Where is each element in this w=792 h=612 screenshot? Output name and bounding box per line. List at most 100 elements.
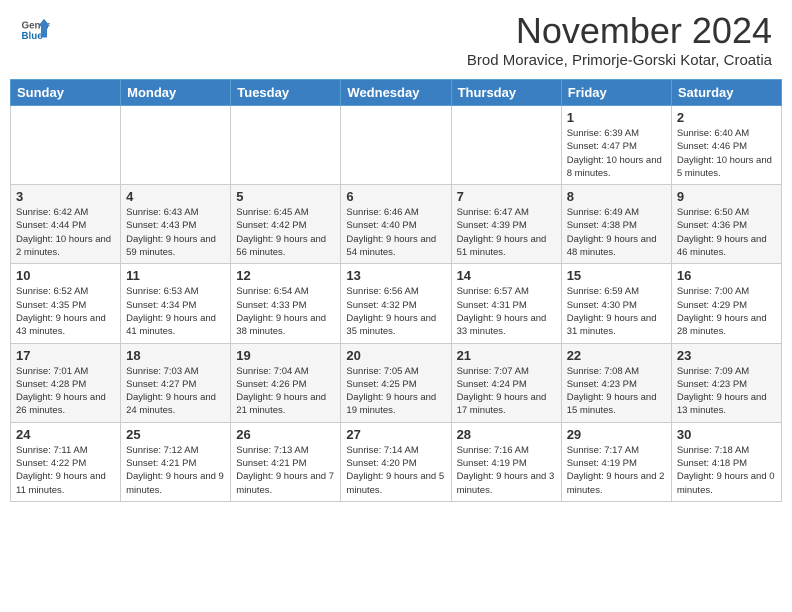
calendar-cell: 22 Sunrise: 7:08 AMSunset: 4:23 PMDayligh…	[561, 343, 671, 422]
calendar-cell	[121, 106, 231, 185]
calendar-cell	[11, 106, 121, 185]
calendar-cell: 13 Sunrise: 6:56 AMSunset: 4:32 PMDayligh…	[341, 264, 451, 343]
day-info: Sunrise: 7:12 AMSunset: 4:21 PMDaylight:…	[126, 444, 225, 497]
day-number: 12	[236, 268, 335, 283]
calendar-week-1: 1Sunrise: 6:39 AMSunset: 4:47 PMDaylight…	[11, 106, 782, 185]
calendar-cell: 16Sunrise: 7:00 AMSunset: 4:29 PMDayligh…	[671, 264, 781, 343]
calendar-cell: 14 Sunrise: 6:57 AMSunset: 4:31 PMDayligh…	[451, 264, 561, 343]
calendar-cell: 2 Sunrise: 6:40 AMSunset: 4:46 PMDaylight…	[671, 106, 781, 185]
day-number: 19	[236, 348, 335, 363]
day-number: 3	[16, 189, 115, 204]
calendar-week-2: 3 Sunrise: 6:42 AMSunset: 4:44 PMDaylight…	[11, 185, 782, 264]
calendar-cell: 3 Sunrise: 6:42 AMSunset: 4:44 PMDaylight…	[11, 185, 121, 264]
day-info: Sunrise: 7:09 AMSunset: 4:23 PMDaylight:…	[677, 365, 776, 418]
calendar-week-4: 17 Sunrise: 7:01 AMSunset: 4:28 PMDayligh…	[11, 343, 782, 422]
day-number: 17	[16, 348, 115, 363]
calendar-header-row: Sunday Monday Tuesday Wednesday Thursday…	[11, 80, 782, 106]
title-section: November 2024 Brod Moravice, Primorje-Go…	[467, 10, 772, 69]
col-wednesday: Wednesday	[341, 80, 451, 106]
day-number: 1	[567, 110, 666, 125]
day-number: 5	[236, 189, 335, 204]
day-number: 26	[236, 427, 335, 442]
col-saturday: Saturday	[671, 80, 781, 106]
calendar-cell: 12 Sunrise: 6:54 AMSunset: 4:33 PMDayligh…	[231, 264, 341, 343]
calendar-cell: 11 Sunrise: 6:53 AMSunset: 4:34 PMDayligh…	[121, 264, 231, 343]
calendar-cell: 9Sunrise: 6:50 AMSunset: 4:36 PMDaylight…	[671, 185, 781, 264]
col-monday: Monday	[121, 80, 231, 106]
day-info: Sunrise: 7:07 AMSunset: 4:24 PMDaylight:…	[457, 365, 556, 418]
day-info: Sunrise: 6:56 AMSunset: 4:32 PMDaylight:…	[346, 285, 445, 338]
day-number: 18	[126, 348, 225, 363]
day-number: 20	[346, 348, 445, 363]
day-number: 27	[346, 427, 445, 442]
day-number: 8	[567, 189, 666, 204]
logo-icon: General Blue	[20, 15, 50, 45]
day-info: Sunrise: 6:57 AMSunset: 4:31 PMDaylight:…	[457, 285, 556, 338]
calendar-cell: 4 Sunrise: 6:43 AMSunset: 4:43 PMDaylight…	[121, 185, 231, 264]
calendar-cell: 30Sunrise: 7:18 AMSunset: 4:18 PMDayligh…	[671, 422, 781, 501]
header: General Blue November 2024 Brod Moravice…	[0, 0, 792, 74]
calendar-week-3: 10 Sunrise: 6:52 AMSunset: 4:35 PMDayligh…	[11, 264, 782, 343]
day-number: 7	[457, 189, 556, 204]
day-info: Sunrise: 6:42 AMSunset: 4:44 PMDaylight:…	[16, 206, 115, 259]
calendar-cell: 20 Sunrise: 7:05 AMSunset: 4:25 PMDayligh…	[341, 343, 451, 422]
day-info: Sunrise: 7:18 AMSunset: 4:18 PMDaylight:…	[677, 444, 776, 497]
day-info: Sunrise: 6:45 AMSunset: 4:42 PMDaylight:…	[236, 206, 335, 259]
day-info: Sunrise: 6:46 AMSunset: 4:40 PMDaylight:…	[346, 206, 445, 259]
day-number: 10	[16, 268, 115, 283]
calendar-cell: 25 Sunrise: 7:12 AMSunset: 4:21 PMDayligh…	[121, 422, 231, 501]
day-info: Sunrise: 6:47 AMSunset: 4:39 PMDaylight:…	[457, 206, 556, 259]
calendar-cell: 24Sunrise: 7:11 AMSunset: 4:22 PMDayligh…	[11, 422, 121, 501]
day-info: Sunrise: 6:53 AMSunset: 4:34 PMDaylight:…	[126, 285, 225, 338]
day-info: Sunrise: 6:52 AMSunset: 4:35 PMDaylight:…	[16, 285, 115, 338]
day-number: 15	[567, 268, 666, 283]
col-sunday: Sunday	[11, 80, 121, 106]
col-friday: Friday	[561, 80, 671, 106]
calendar-cell: 10 Sunrise: 6:52 AMSunset: 4:35 PMDayligh…	[11, 264, 121, 343]
day-info: Sunrise: 6:43 AMSunset: 4:43 PMDaylight:…	[126, 206, 225, 259]
calendar-cell: 18Sunrise: 7:03 AMSunset: 4:27 PMDayligh…	[121, 343, 231, 422]
day-number: 25	[126, 427, 225, 442]
day-number: 22	[567, 348, 666, 363]
day-info: Sunrise: 6:49 AMSunset: 4:38 PMDaylight:…	[567, 206, 666, 259]
col-tuesday: Tuesday	[231, 80, 341, 106]
calendar-cell: 26 Sunrise: 7:13 AMSunset: 4:21 PMDayligh…	[231, 422, 341, 501]
day-info: Sunrise: 6:59 AMSunset: 4:30 PMDaylight:…	[567, 285, 666, 338]
logo: General Blue	[20, 15, 50, 45]
calendar-cell: 23 Sunrise: 7:09 AMSunset: 4:23 PMDayligh…	[671, 343, 781, 422]
day-info: Sunrise: 6:40 AMSunset: 4:46 PMDaylight:…	[677, 127, 776, 180]
calendar-cell: 5 Sunrise: 6:45 AMSunset: 4:42 PMDaylight…	[231, 185, 341, 264]
calendar-cell	[341, 106, 451, 185]
calendar-table: Sunday Monday Tuesday Wednesday Thursday…	[10, 79, 782, 502]
day-number: 16	[677, 268, 776, 283]
calendar-week-5: 24Sunrise: 7:11 AMSunset: 4:22 PMDayligh…	[11, 422, 782, 501]
day-number: 4	[126, 189, 225, 204]
calendar-cell: 17 Sunrise: 7:01 AMSunset: 4:28 PMDayligh…	[11, 343, 121, 422]
svg-text:Blue: Blue	[22, 31, 44, 42]
day-number: 13	[346, 268, 445, 283]
day-info: Sunrise: 7:13 AMSunset: 4:21 PMDaylight:…	[236, 444, 335, 497]
calendar-cell: 27 Sunrise: 7:14 AMSunset: 4:20 PMDayligh…	[341, 422, 451, 501]
calendar-cell: 7 Sunrise: 6:47 AMSunset: 4:39 PMDaylight…	[451, 185, 561, 264]
day-number: 29	[567, 427, 666, 442]
day-info: Sunrise: 7:17 AMSunset: 4:19 PMDaylight:…	[567, 444, 666, 497]
day-number: 6	[346, 189, 445, 204]
day-info: Sunrise: 7:04 AMSunset: 4:26 PMDaylight:…	[236, 365, 335, 418]
day-number: 14	[457, 268, 556, 283]
calendar-cell: 19 Sunrise: 7:04 AMSunset: 4:26 PMDayligh…	[231, 343, 341, 422]
calendar-cell: 8 Sunrise: 6:49 AMSunset: 4:38 PMDaylight…	[561, 185, 671, 264]
day-number: 28	[457, 427, 556, 442]
day-info: Sunrise: 7:14 AMSunset: 4:20 PMDaylight:…	[346, 444, 445, 497]
day-info: Sunrise: 7:05 AMSunset: 4:25 PMDaylight:…	[346, 365, 445, 418]
day-info: Sunrise: 7:11 AMSunset: 4:22 PMDaylight:…	[16, 444, 115, 497]
day-info: Sunrise: 6:50 AMSunset: 4:36 PMDaylight:…	[677, 206, 776, 259]
calendar-cell	[451, 106, 561, 185]
day-info: Sunrise: 7:16 AMSunset: 4:19 PMDaylight:…	[457, 444, 556, 497]
day-info: Sunrise: 7:08 AMSunset: 4:23 PMDaylight:…	[567, 365, 666, 418]
day-info: Sunrise: 6:54 AMSunset: 4:33 PMDaylight:…	[236, 285, 335, 338]
day-number: 2	[677, 110, 776, 125]
subtitle: Brod Moravice, Primorje-Gorski Kotar, Cr…	[467, 52, 772, 69]
day-info: Sunrise: 7:01 AMSunset: 4:28 PMDaylight:…	[16, 365, 115, 418]
day-number: 11	[126, 268, 225, 283]
day-number: 23	[677, 348, 776, 363]
